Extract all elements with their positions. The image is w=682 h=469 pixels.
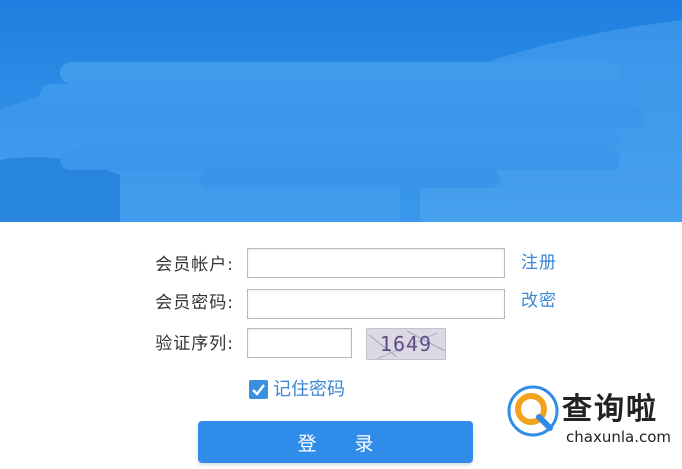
remember-label: 记住密码 <box>273 379 345 400</box>
captcha-code: 1649 <box>379 332 433 356</box>
account-label: 会员帐户: <box>155 255 234 275</box>
remember-checkbox[interactable] <box>249 380 268 399</box>
login-button[interactable]: 登 录 <box>198 421 473 463</box>
password-input[interactable] <box>247 289 505 319</box>
watermark-title: 查询啦 <box>562 392 658 427</box>
captcha-input[interactable] <box>247 328 352 358</box>
register-link[interactable]: 注册 <box>521 251 557 275</box>
watermark-logo-icon <box>507 385 559 437</box>
checkmark-icon <box>252 384 265 396</box>
account-input[interactable] <box>247 248 505 278</box>
captcha-image[interactable]: 1649 <box>366 328 446 360</box>
watermark-domain: chaxunla.com <box>566 428 671 446</box>
captcha-label: 验证序列: <box>155 334 234 354</box>
password-label: 会员密码: <box>155 293 234 313</box>
header-banner <box>0 0 682 222</box>
banner-clouds <box>0 20 682 222</box>
watermark: 查询啦 chaxunla.com <box>504 380 680 458</box>
change-password-link[interactable]: 改密 <box>521 289 557 313</box>
